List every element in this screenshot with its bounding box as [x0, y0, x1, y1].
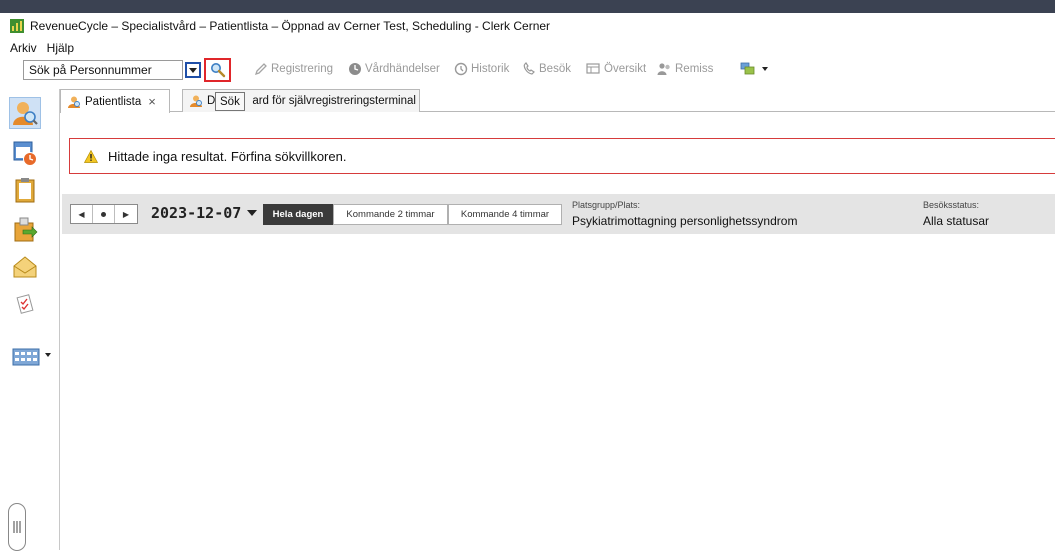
tab-patientlista-label: Patientlista	[85, 95, 142, 108]
menu-arkiv[interactable]: Arkiv	[10, 41, 37, 55]
search-button[interactable]	[204, 58, 231, 82]
nav-export[interactable]	[11, 215, 39, 243]
left-navigation-panel	[0, 89, 60, 551]
export-icon	[14, 217, 38, 242]
vardhandelser-label: Vårdhändelser	[365, 63, 440, 75]
search-icon	[210, 63, 225, 78]
window-top-strip	[0, 0, 1055, 13]
toolbar: Registrering Vårdhändelser Historik Besö…	[0, 57, 1055, 83]
nav-checklist[interactable]	[11, 291, 39, 319]
remiss-button[interactable]: Remiss	[657, 62, 713, 76]
history-icon	[454, 62, 468, 76]
chevron-right-icon: ▶	[122, 209, 130, 219]
menu-bar: Arkiv Hjälp	[0, 39, 1055, 56]
nav-patient-search[interactable]	[11, 99, 39, 127]
date-navigation: ◀ ▶	[70, 204, 138, 224]
next-day-button[interactable]: ▶	[115, 205, 137, 223]
previous-day-button[interactable]: ◀	[71, 205, 93, 223]
chevron-left-icon: ◀	[78, 209, 85, 219]
envelope-icon	[13, 256, 37, 278]
historik-button[interactable]: Historik	[454, 62, 509, 76]
person-icon	[190, 95, 202, 107]
date-picker[interactable]: 2023-12-07	[151, 204, 258, 222]
registrering-label: Registrering	[271, 63, 333, 75]
overview-icon	[586, 63, 600, 74]
status-value[interactable]: Alla statusar	[923, 214, 989, 228]
warning-icon	[84, 149, 98, 163]
search-input[interactable]	[23, 60, 183, 80]
selected-date: 2023-12-07	[151, 204, 242, 222]
no-results-alert: Hittade inga resultat. Förfina sökvillko…	[69, 138, 1055, 174]
status-label: Besöksstatus:	[923, 200, 980, 210]
search-type-dropdown-button[interactable]	[185, 62, 201, 78]
pen-icon	[254, 63, 267, 76]
nav-calendar[interactable]	[11, 139, 39, 167]
date-filter-bar: ◀ ▶ 2023-12-07 Hela dagen Kommande 2 tim…	[62, 194, 1055, 234]
chevron-down-icon	[189, 67, 197, 73]
range-2-timmar-button[interactable]: Kommande 2 timmar	[333, 204, 448, 225]
oversikt-button[interactable]: Översikt	[586, 62, 646, 76]
clock-circle-icon	[349, 63, 361, 75]
tab-sjalvregistrering-label-suffix: ard för självregistreringsterminal	[252, 95, 416, 107]
tab-strip: Patientlista × D ard för självregistreri…	[60, 89, 1055, 113]
nav-messages[interactable]	[11, 253, 39, 281]
nav-building-menu[interactable]	[8, 341, 54, 369]
tab-patientlista[interactable]: Patientlista ×	[60, 89, 170, 113]
windows-icon	[740, 62, 755, 75]
vardhandelser-button[interactable]: Vårdhändelser	[348, 62, 440, 76]
users-icon	[657, 63, 670, 75]
nav-clipboard[interactable]	[11, 176, 39, 204]
person-icon	[68, 96, 80, 108]
revenuecycle-app-icon	[10, 19, 24, 33]
phone-icon	[523, 62, 535, 75]
registrering-button[interactable]: Registrering	[254, 62, 333, 76]
besok-label: Besök	[539, 63, 571, 75]
checklist-icon	[16, 294, 34, 314]
person-search-icon	[13, 102, 38, 125]
today-button[interactable]	[93, 205, 115, 223]
search-tooltip: Sök	[215, 92, 245, 111]
chevron-down-icon	[247, 210, 258, 216]
range-4-timmar-button[interactable]: Kommande 4 timmar	[448, 204, 562, 225]
window-title: RevenueCycle – Specialistvård – Patientl…	[30, 19, 551, 33]
title-bar: RevenueCycle – Specialistvård – Patientl…	[0, 13, 1055, 39]
location-label: Platsgrupp/Plats:	[572, 200, 641, 210]
close-icon[interactable]: ×	[148, 94, 156, 109]
location-value[interactable]: Psykiatrimottagning personlighetssyndrom	[572, 214, 797, 228]
besok-button[interactable]: Besök	[522, 62, 571, 76]
chevron-down-icon	[45, 353, 51, 357]
range-hela-dagen-button[interactable]: Hela dagen	[263, 204, 333, 225]
grip-lines-icon	[13, 521, 21, 533]
oversikt-label: Översikt	[604, 63, 647, 75]
alert-message: Hittade inga resultat. Förfina sökvillko…	[108, 148, 347, 164]
chevron-down-icon	[762, 67, 768, 71]
building-icon	[12, 348, 40, 366]
windows-menu-button[interactable]	[740, 62, 768, 76]
historik-label: Historik	[471, 63, 510, 75]
clipboard-icon	[15, 178, 35, 203]
menu-hjalp[interactable]: Hjälp	[47, 41, 74, 55]
calendar-clock-icon	[13, 141, 37, 166]
dot-icon	[101, 211, 106, 217]
panel-collapse-handle[interactable]	[8, 503, 26, 551]
remiss-label: Remiss	[675, 63, 714, 75]
